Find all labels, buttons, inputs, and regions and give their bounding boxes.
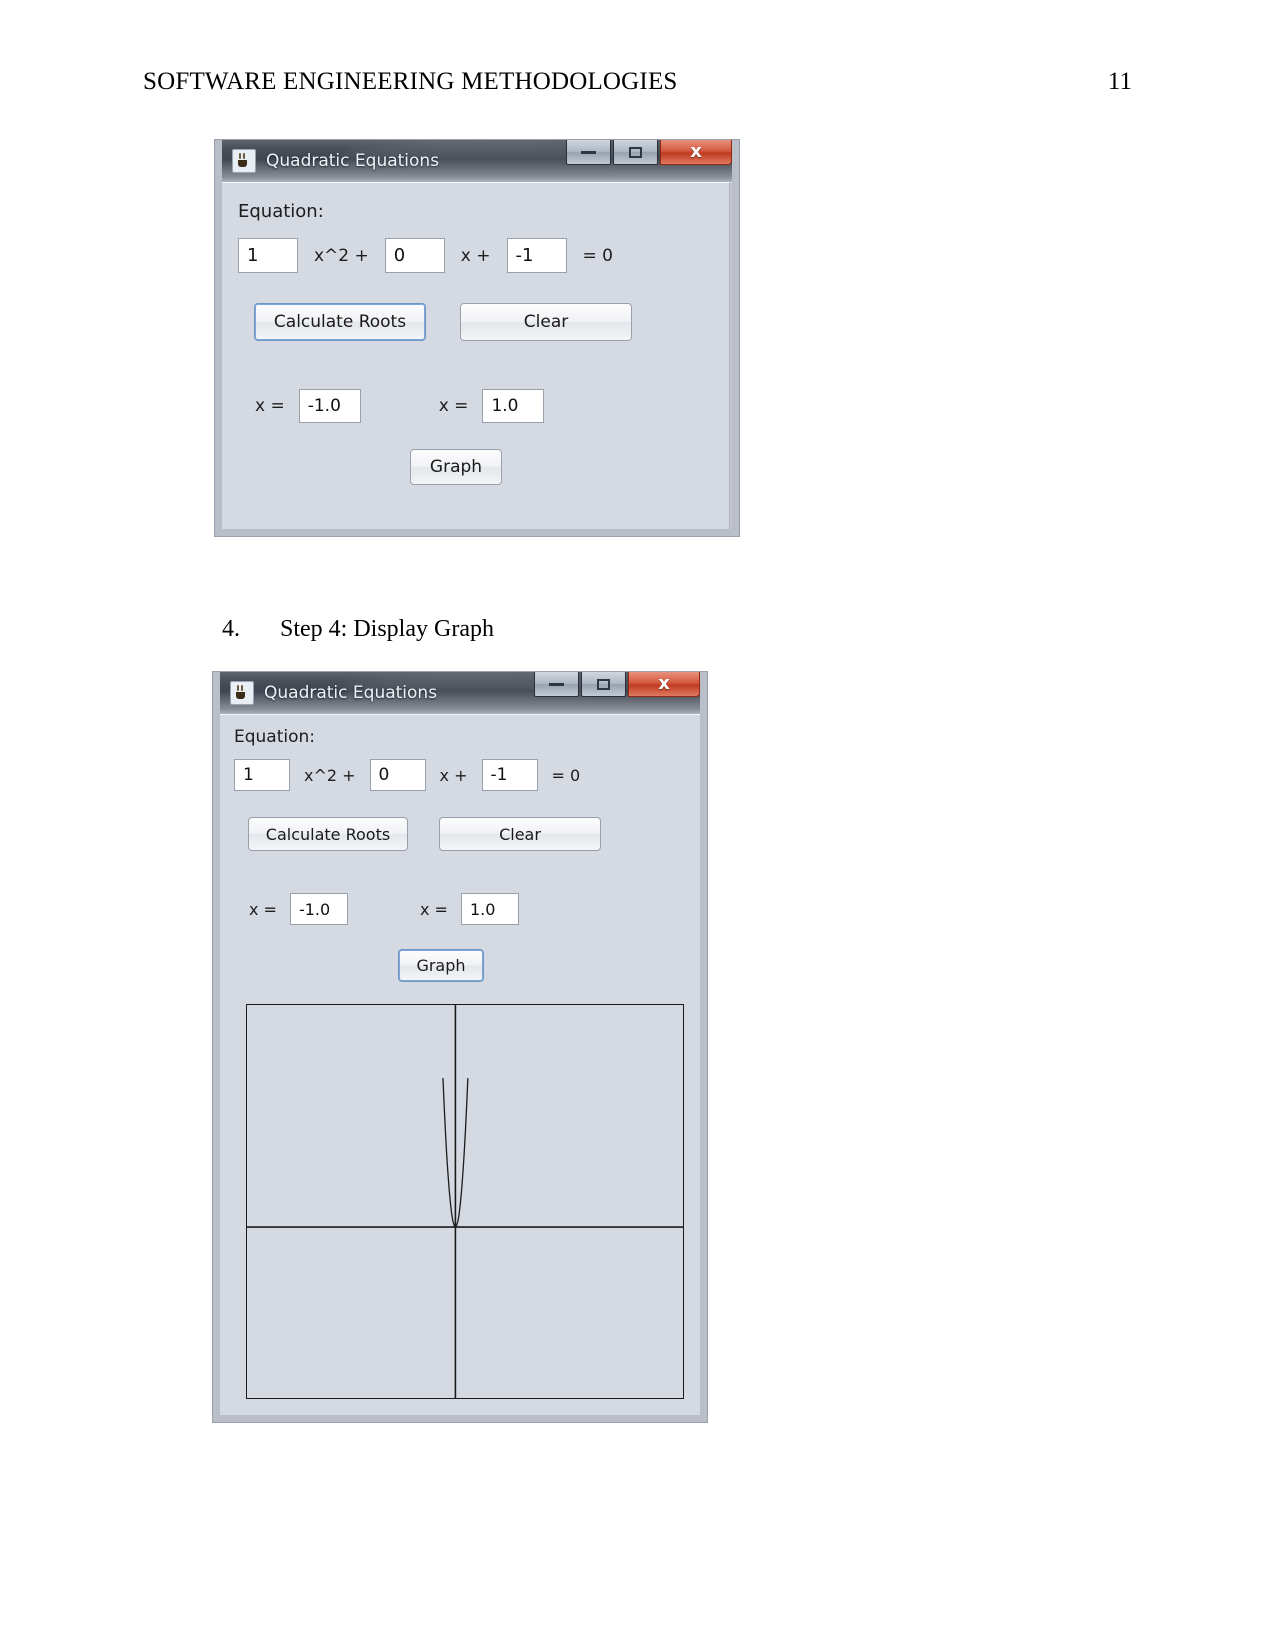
list-item-marker: 4. — [222, 616, 240, 642]
parabola-plot — [247, 1005, 683, 1398]
coefficient-c-input[interactable]: -1 — [506, 238, 567, 273]
action-button-row: Calculate Roots Clear — [234, 817, 686, 851]
maximize-button[interactable] — [613, 140, 658, 165]
close-button[interactable]: x — [628, 672, 700, 697]
page-title: SOFTWARE ENGINEERING METHODOLOGIES — [143, 68, 678, 95]
window-title: Quadratic Equations — [264, 683, 438, 703]
graph-button[interactable]: Graph — [410, 449, 502, 485]
window-body: Equation: 1 x^2 + 0 x + -1 = 0 Calculate… — [220, 714, 700, 1415]
page-header: SOFTWARE ENGINEERING METHODOLOGIES 11 — [143, 68, 1132, 102]
quadratic-equations-window-2[interactable]: Quadratic Equations x Equation: 1 x^2 + … — [213, 672, 707, 1422]
coefficient-a-input[interactable]: 1 — [238, 238, 298, 273]
operator-a-label: x^2 + — [314, 245, 369, 266]
coefficient-a-input[interactable]: 1 — [234, 759, 290, 791]
java-coffee-cup-icon — [232, 149, 256, 173]
minimize-button[interactable] — [566, 140, 611, 165]
equals-zero-label: = 0 — [551, 765, 581, 785]
root-label-2: x = — [438, 396, 469, 416]
coefficient-b-input[interactable]: 0 — [384, 238, 445, 273]
close-button[interactable]: x — [660, 140, 732, 165]
root-value-2-field[interactable]: 1.0 — [460, 893, 519, 925]
calculate-roots-button[interactable]: Calculate Roots — [248, 817, 408, 851]
calculate-roots-button[interactable]: Calculate Roots — [254, 303, 426, 341]
clear-button[interactable]: Clear — [460, 303, 632, 341]
equation-row: 1 x^2 + 0 x + -1 = 0 — [234, 759, 686, 791]
window-body: Equation: 1 x^2 + 0 x + -1 = 0 Calculate… — [222, 182, 732, 529]
root-label-1: x = — [249, 899, 277, 919]
maximize-icon — [629, 146, 642, 158]
graph-button-row: Graph — [234, 949, 686, 982]
equation-label: Equation: — [238, 201, 324, 222]
title-bar[interactable]: Quadratic Equations x — [222, 140, 732, 182]
minimize-icon — [549, 682, 564, 686]
window-title: Quadratic Equations — [266, 151, 440, 171]
graph-button[interactable]: Graph — [398, 949, 484, 982]
operator-b-label: x + — [439, 765, 468, 785]
minimize-icon — [581, 150, 596, 154]
graph-panel — [246, 1004, 684, 1399]
root-value-2-field[interactable]: 1.0 — [482, 389, 545, 423]
close-icon: x — [658, 673, 670, 694]
root-label-1: x = — [255, 396, 285, 416]
page-number: 11 — [1107, 68, 1132, 95]
equation-label: Equation: — [234, 727, 316, 747]
title-bar[interactable]: Quadratic Equations x — [220, 672, 700, 714]
clear-button[interactable]: Clear — [439, 817, 601, 851]
root-value-1-field[interactable]: -1.0 — [298, 389, 361, 423]
operator-b-label: x + — [460, 245, 491, 266]
window-controls: x — [534, 672, 700, 714]
java-coffee-cup-icon — [230, 681, 254, 705]
action-button-row: Calculate Roots Clear — [238, 303, 716, 341]
maximize-icon — [597, 678, 610, 690]
equation-row: 1 x^2 + 0 x + -1 = 0 — [238, 238, 716, 273]
list-item-label: Step 4: Display Graph — [280, 616, 494, 642]
roots-row: x = -1.0 x = 1.0 — [234, 893, 686, 925]
window-controls: x — [566, 140, 732, 182]
operator-a-label: x^2 + — [304, 765, 356, 785]
equals-zero-label: = 0 — [582, 245, 613, 266]
coefficient-c-input[interactable]: -1 — [481, 759, 538, 791]
root-label-2: x = — [419, 899, 448, 919]
step-list-item: 4. Step 4: Display Graph — [222, 616, 494, 643]
minimize-button[interactable] — [534, 672, 579, 697]
graph-button-row: Graph — [238, 449, 716, 485]
coefficient-b-input[interactable]: 0 — [369, 759, 426, 791]
close-icon: x — [690, 141, 702, 162]
roots-row: x = -1.0 x = 1.0 — [238, 389, 716, 423]
maximize-button[interactable] — [581, 672, 626, 697]
quadratic-equations-window-1[interactable]: Quadratic Equations x Equation: 1 x^2 + … — [215, 140, 739, 536]
root-value-1-field[interactable]: -1.0 — [289, 893, 348, 925]
